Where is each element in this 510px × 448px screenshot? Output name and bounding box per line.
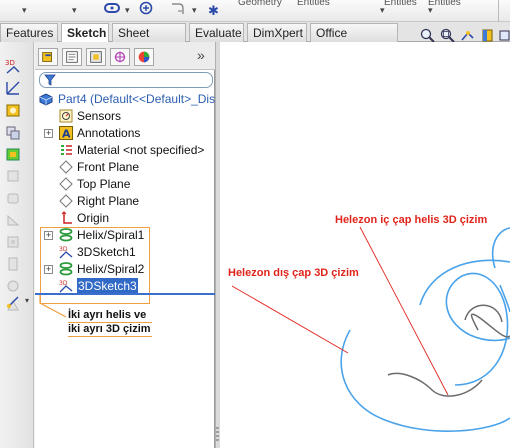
- material-icon: [61, 145, 72, 155]
- tree-root-label: Part4 (Default<<Default>_Disp: [58, 92, 222, 106]
- tree-item-label: Right Plane: [77, 194, 140, 208]
- expand-icon[interactable]: +: [44, 129, 53, 138]
- feature-tree-tab-icon[interactable]: [38, 48, 58, 66]
- tree-item-label: Origin: [77, 211, 110, 225]
- tree-item-label: Sensors: [77, 109, 122, 123]
- dropdown-arrow-icon[interactable]: ▾: [380, 5, 385, 16]
- sensor-icon: [59, 109, 73, 123]
- dropdown-arrow-icon[interactable]: ▾: [428, 5, 433, 16]
- annotation-outer-helix: Helezon dış çap 3D çizim: [228, 267, 359, 279]
- tab-dimxpert[interactable]: DimXpert: [247, 23, 307, 42]
- ribbon-strip: ▾ ▾ ▾ ▾ ✱ Geometry Entities Entities Ent…: [0, 0, 510, 22]
- filter-icon: [44, 74, 56, 86]
- tab-sketch-label: Sketch: [67, 26, 107, 40]
- ribbon-label-entities: Entities: [384, 0, 417, 8]
- annotation-icon: A: [59, 126, 73, 140]
- tab-dimxpert-label: DimXpert: [253, 26, 304, 40]
- dimxpert-manager-tab-icon[interactable]: [110, 48, 130, 66]
- asterisk-icon[interactable]: ✱: [208, 3, 219, 19]
- panel-note-line: iki ayrı 3D çizim: [68, 323, 152, 337]
- disabled-tool-icon[interactable]: [5, 256, 21, 272]
- feature-tool-icon[interactable]: [5, 102, 21, 118]
- add-relation-icon[interactable]: [138, 1, 154, 15]
- zoom-to-fit-icon[interactable]: [420, 28, 435, 43]
- part-icon: [39, 93, 53, 106]
- sketch-vertical-toolbar: 3D ▾: [0, 42, 34, 448]
- plane-icon: [59, 160, 73, 174]
- smart-dimension-icon[interactable]: [5, 80, 21, 96]
- view-orientation-icon[interactable]: [498, 28, 510, 43]
- panel-note: İki ayrı helis ve iki ayrı 3D çizim: [68, 309, 152, 337]
- tab-evaluate[interactable]: Evaluate: [189, 23, 244, 42]
- tree-item-label: Material <not specified>: [77, 143, 205, 157]
- annotation-inner-helix: Helezon iç çap helis 3D çizim: [335, 214, 488, 226]
- dropdown-arrow-icon[interactable]: ▾: [22, 5, 27, 16]
- tree-item-label: Top Plane: [77, 177, 131, 191]
- ribbon-label-entities: Entities: [297, 0, 330, 8]
- 3d-sketch-tool-icon[interactable]: 3D: [5, 58, 21, 74]
- ribbon-label-geometry: Geometry: [238, 0, 282, 8]
- display-manager-tab-icon[interactable]: [134, 48, 154, 66]
- more-tabs-button[interactable]: »: [197, 47, 205, 63]
- offset-curve-icon[interactable]: [170, 1, 186, 15]
- configuration-manager-tab-icon[interactable]: [86, 48, 106, 66]
- svg-text:A: A: [62, 128, 71, 141]
- dropdown-arrow-icon[interactable]: ▾: [125, 5, 130, 16]
- filter-field[interactable]: [39, 72, 213, 88]
- tab-evaluate-label: Evaluate: [195, 26, 242, 40]
- zoom-to-area-icon[interactable]: [440, 28, 455, 43]
- sketch-relations-icon[interactable]: [5, 124, 21, 140]
- property-manager-tab-icon[interactable]: [62, 48, 82, 66]
- feature-manager-tabs: »: [35, 42, 215, 70]
- point-tool-icon[interactable]: [5, 294, 21, 310]
- disabled-tool-icon[interactable]: [5, 278, 21, 294]
- tab-sketch[interactable]: Sketch: [61, 23, 109, 43]
- tab-office-products[interactable]: Office Products: [310, 23, 398, 58]
- tab-features[interactable]: Features: [0, 23, 58, 42]
- plane-icon: [59, 177, 73, 191]
- tab-features-label: Features: [6, 26, 54, 40]
- dropdown-arrow-icon[interactable]: ▾: [72, 5, 77, 16]
- svg-text:3D: 3D: [5, 59, 15, 67]
- tree-item-label: Annotations: [77, 126, 141, 140]
- disabled-tool-icon[interactable]: [5, 190, 21, 206]
- previous-view-icon[interactable]: [460, 28, 475, 43]
- disabled-tool-icon[interactable]: [5, 234, 21, 250]
- dropdown-arrow-icon[interactable]: ▾: [192, 5, 197, 16]
- tree-item-label: Front Plane: [77, 160, 140, 174]
- origin-icon: [61, 211, 72, 224]
- graphics-area[interactable]: [220, 42, 510, 448]
- link-icon[interactable]: [104, 1, 120, 15]
- convert-entities-icon[interactable]: [5, 146, 21, 162]
- plane-icon: [59, 194, 73, 208]
- section-view-icon[interactable]: [480, 28, 495, 43]
- disabled-tool-icon[interactable]: [5, 168, 21, 184]
- disabled-tool-icon[interactable]: [5, 212, 21, 228]
- panel-note-line: İki ayrı helis ve: [68, 309, 152, 323]
- tab-sheet-metal[interactable]: Sheet Metal: [112, 23, 186, 58]
- ribbon-separator: [498, 0, 499, 22]
- dropdown-arrow-icon[interactable]: ▾: [25, 296, 29, 305]
